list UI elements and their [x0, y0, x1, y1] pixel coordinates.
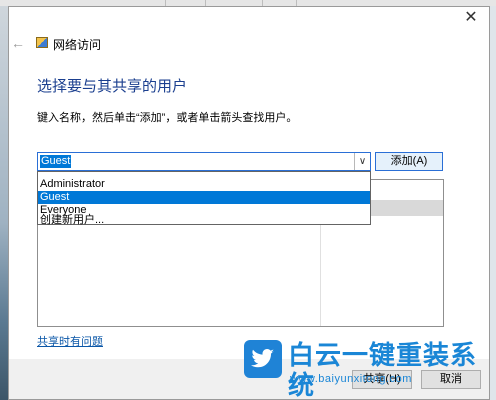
desktop-background: [0, 6, 8, 400]
combobox-value[interactable]: Guest: [40, 155, 72, 168]
dropdown-option-create-new-user[interactable]: 创建新用户...: [38, 214, 370, 227]
close-icon[interactable]: ✕: [463, 10, 479, 26]
network-share-icon: [36, 37, 48, 48]
help-link[interactable]: 共享时有问题: [37, 333, 103, 349]
watermark: 白云一键重装系统 www.baiyunxitong.com: [244, 340, 494, 400]
twitter-bird-icon: [244, 340, 282, 378]
watermark-title: 白云一键重装系统: [288, 340, 478, 400]
window-title: 网络访问: [53, 38, 102, 52]
dropdown-option-administrator[interactable]: Administrator: [38, 178, 370, 191]
dropdown-option-guest[interactable]: Guest: [38, 191, 370, 204]
page-heading: 选择要与其共享的用户: [37, 78, 188, 95]
watermark-url: www.baiyunxitong.com: [290, 373, 412, 385]
user-name-combobox[interactable]: Guest ∨: [37, 152, 371, 171]
user-dropdown-list[interactable]: Administrator Guest Everyone 创建新用户...: [37, 171, 371, 227]
back-arrow-icon[interactable]: ←: [11, 35, 25, 51]
instruction-text: 键入名称，然后单击“添加”，或者单击箭头查找用户。: [37, 112, 298, 124]
add-button[interactable]: 添加(A): [375, 152, 443, 171]
chevron-down-icon[interactable]: ∨: [354, 153, 370, 170]
